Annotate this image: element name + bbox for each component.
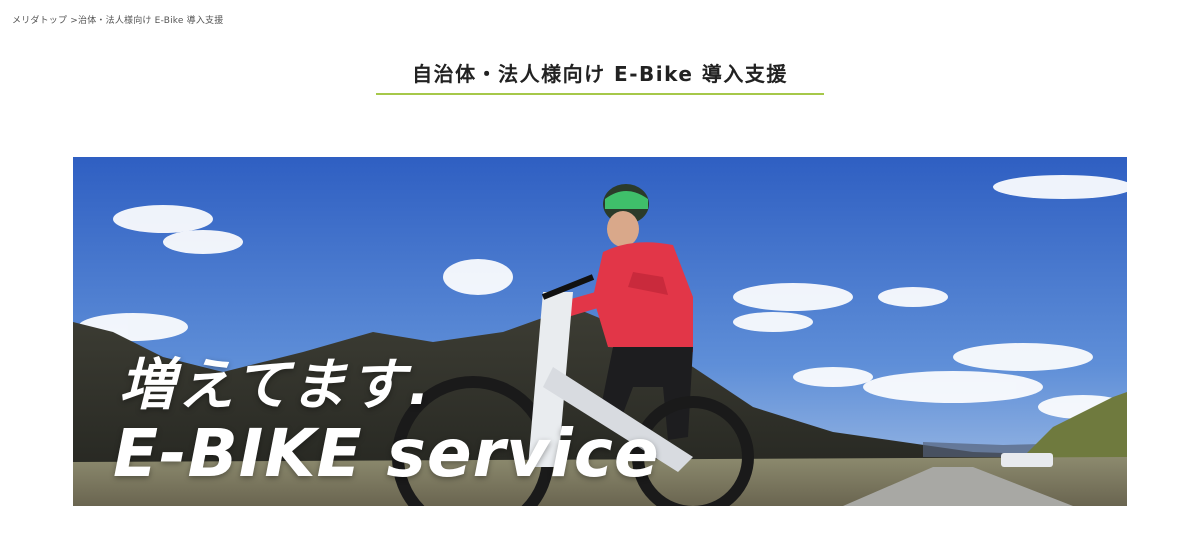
title-section: 自治体・法人様向け E-Bike 導入支援 [0, 58, 1200, 95]
breadcrumb-home-link[interactable]: メリダトップ [12, 16, 67, 26]
page-title: 自治体・法人様向け E-Bike 導入支援 [376, 58, 824, 95]
breadcrumb: メリダトップ >治体・法人様向け E-Bike 導入支援 [12, 13, 223, 26]
hero-headline: 増えてます. [119, 353, 433, 418]
hero-banner: 増えてます. E-BIKE service [73, 157, 1127, 506]
breadcrumb-separator: > [70, 16, 79, 26]
breadcrumb-current: 治体・法人様向け E-Bike 導入支援 [78, 16, 224, 26]
hero-service-title: E-BIKE service [113, 415, 660, 492]
